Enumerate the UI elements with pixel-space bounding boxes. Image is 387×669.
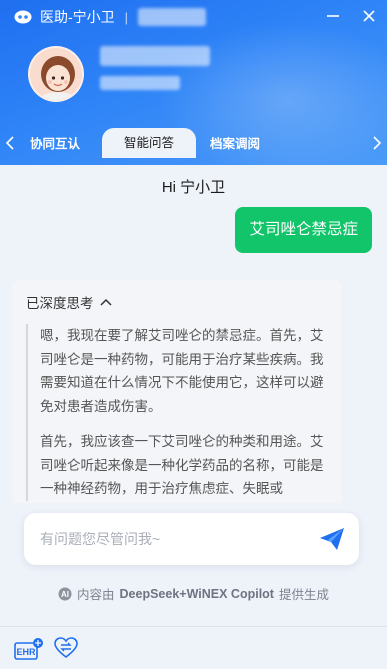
deep-think-toggle[interactable]: 已深度思考 [26, 292, 328, 312]
user-message-bubble: 艾司唑仑禁忌症 [235, 207, 372, 253]
footer-toolbar: EHR [0, 626, 387, 669]
tab-collab[interactable]: 协同互认 [24, 132, 86, 158]
redacted-user-detail [100, 76, 180, 90]
question-input-box[interactable] [24, 513, 359, 565]
thinking-content: 嗯，我现在要了解艾司唑仑的禁忌症。首先，艾司唑仑是一种药物，可能用于治疗某些疾病… [26, 324, 328, 501]
close-icon[interactable] [361, 8, 377, 24]
greeting-text: Hi 宁小卫 [161, 179, 226, 196]
chevron-up-icon [99, 298, 112, 306]
window-controls [325, 8, 377, 24]
powered-brand: DeepSeek+WiNEX Copilot [119, 586, 274, 601]
title-bar: 医助-宁小卫 | [0, 0, 387, 34]
minimize-icon[interactable] [325, 8, 341, 24]
bot-response-card: 已深度思考 嗯，我现在要了解艾司唑仑的禁忌症。首先，艾司唑仑是一种药物，可能用于… [12, 280, 342, 503]
tab-records[interactable]: 档案调阅 [204, 132, 266, 158]
redacted-user-info [138, 8, 207, 26]
redacted-user-name [100, 46, 210, 66]
chevron-left-icon[interactable] [2, 134, 18, 152]
powered-suffix: 提供生成 [278, 588, 329, 602]
thinking-paragraph: 首先，我应该查一下艾司唑仑的种类和用途。艾司唑仑听起来像是一种化学药品的名称，可… [40, 434, 324, 496]
deep-think-title: 已深度思考 [26, 296, 94, 311]
title-separator: | [124, 9, 129, 25]
tab-bar: 协同互认 智能问答 档案调阅 [0, 128, 387, 158]
ehr-icon[interactable]: EHR [14, 637, 44, 666]
app-title: 医助-宁小卫 [40, 9, 115, 25]
chat-area[interactable]: Hi 宁小卫 艾司唑仑禁忌症 已深度思考 嗯，我现在要了解艾司唑仑的禁忌症。首先… [0, 158, 387, 503]
send-icon[interactable] [319, 527, 345, 551]
heart-exchange-icon[interactable] [54, 637, 78, 664]
chevron-right-icon[interactable] [369, 134, 385, 152]
svg-text:AI: AI [61, 590, 69, 599]
robot-logo-icon [14, 10, 32, 24]
powered-prefix: 内容由 [77, 588, 115, 602]
question-input[interactable] [40, 531, 300, 547]
thinking-paragraph: 嗯，我现在要了解艾司唑仑的禁忌症。首先，艾司唑仑是一种药物，可能用于治疗某些疾病… [40, 328, 324, 414]
tab-smart-qa[interactable]: 智能问答 [102, 128, 196, 158]
ai-badge-icon: AI [58, 587, 72, 601]
header: 医助-宁小卫 | 协同互认 智能问答 档案调阅 [0, 0, 387, 165]
ehr-label: EHR [16, 647, 36, 657]
powered-by-note: AI 内容由 DeepSeek+WiNEX Copilot 提供生成 [0, 584, 387, 603]
avatar[interactable] [28, 46, 84, 102]
